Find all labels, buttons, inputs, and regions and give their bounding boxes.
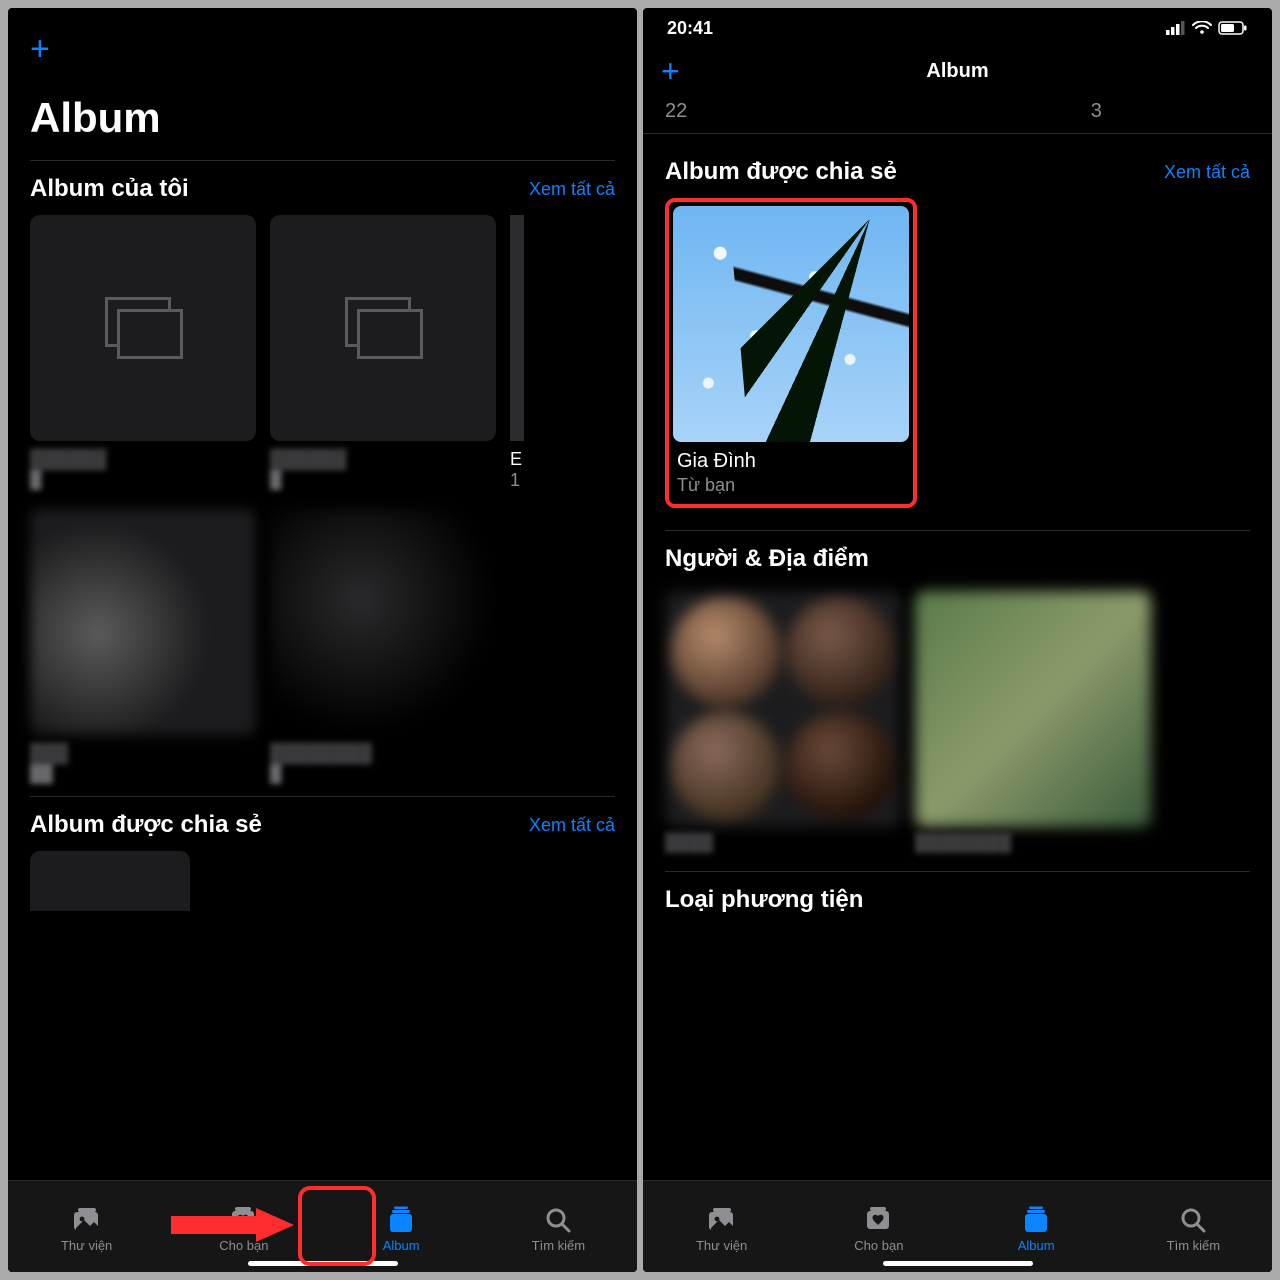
tab-search[interactable]: Tìm kiếm [1115,1181,1272,1272]
home-indicator[interactable] [883,1261,1033,1266]
add-button[interactable]: + [30,32,615,66]
count-label: 3 [953,100,1241,123]
count-label [1240,100,1250,123]
search-icon [1178,1206,1208,1234]
status-bar: 20:41 [643,8,1272,48]
section-title: Album được chia sẻ [30,811,262,839]
stacked-photos-icon [105,297,181,359]
add-button[interactable]: + [661,55,680,87]
stacked-photos-icon [345,297,421,359]
section-shared-head: Album được chia sẻ Xem tất cả [643,144,1272,198]
library-icon [707,1206,737,1234]
section-my-albums-head: Album của tôi Xem tất cả [8,161,637,215]
albums-icon [386,1206,416,1234]
tab-label: Thư viện [61,1238,112,1253]
people-tile[interactable] [665,591,901,827]
tab-for-you[interactable]: Cho bạn [165,1181,322,1272]
phone-right: 20:41 + Album 22 3 Album được chia sẻ Xe… [643,8,1272,1272]
tab-library[interactable]: Thư viện [8,1181,165,1272]
album-row-2 [8,491,637,735]
library-icon [72,1206,102,1234]
album-row [8,215,637,441]
tab-label: Album [1018,1238,1055,1253]
phone-left: + Album Album của tôi Xem tất cả ███████… [8,8,637,1272]
nav-bar: + Album [643,48,1272,94]
people-places-row [643,585,1272,827]
shared-album-name: Gia Đình [673,442,909,473]
tab-label: Cho bạn [854,1238,903,1253]
album-caption: █████████ [270,743,496,784]
tab-albums[interactable]: Album [958,1181,1115,1272]
for-you-icon [229,1206,259,1234]
for-you-icon [864,1206,894,1234]
tab-label: Tìm kiếm [532,1238,585,1253]
see-all-link[interactable]: Xem tất cả [1164,162,1250,183]
tab-for-you[interactable]: Cho bạn [800,1181,957,1272]
search-icon [543,1206,573,1234]
section-title: Loại phương tiện [665,886,863,914]
wifi-icon [1192,21,1212,35]
shared-album-peek[interactable] [30,851,190,911]
section-title: Người & Địa điểm [665,545,869,573]
content-scroll[interactable]: 22 3 Album được chia sẻ Xem tất cả Gia Đ… [643,94,1272,1180]
home-indicator[interactable] [248,1261,398,1266]
battery-icon [1218,21,1248,35]
status-time: 20:41 [667,18,713,39]
status-right [1166,21,1248,35]
places-tile[interactable] [915,591,1151,827]
album-tile[interactable] [30,509,256,735]
album-caption: ███████ [30,449,256,491]
tab-label: Thư viện [696,1238,747,1253]
tab-label: Tìm kiếm [1167,1238,1220,1253]
nav-title: Album [926,60,988,83]
tab-bar: Thư viện Cho bạn Album Tìm kiếm [8,1180,637,1272]
tab-library[interactable]: Thư viện [643,1181,800,1272]
album-tile[interactable] [270,509,496,735]
album-caption: █████ [30,743,256,784]
tab-label: Cho bạn [219,1238,268,1253]
see-all-link[interactable]: Xem tất cả [529,815,615,836]
see-all-link[interactable]: Xem tất cả [529,179,615,200]
album-peek-caption: E 1 [510,449,522,491]
page-title: Album [30,94,615,142]
section-title: Album của tôi [30,175,189,203]
section-title: Album được chia sẻ [665,158,897,186]
tab-label: Album [383,1238,420,1253]
count-label: 22 [665,100,953,123]
album-captions: ███████ ███████ E 1 [8,441,637,491]
tab-bar: Thư viện Cho bạn Album Tìm kiếm [643,1180,1272,1272]
album-tile-peek[interactable] [510,215,524,441]
shared-album-from: Từ bạn [673,473,909,500]
section-people-places-head: Người & Địa điểm [643,531,1272,585]
shared-album-thumbnail [673,206,909,442]
album-tile[interactable] [30,215,256,441]
albums-icon [1021,1206,1051,1234]
section-shared-head: Album được chia sẻ Xem tất cả [8,797,637,851]
album-tile[interactable] [270,215,496,441]
album-count-row: 22 3 [643,94,1272,134]
album-captions: █████ █████████ [8,735,637,784]
cellular-icon [1166,21,1186,35]
album-caption: ███████ [270,449,496,491]
tab-search[interactable]: Tìm kiếm [480,1181,637,1272]
tab-albums[interactable]: Album [323,1181,480,1272]
shared-album-highlighted[interactable]: Gia Đình Từ bạn [665,198,917,508]
content-scroll[interactable]: Album của tôi Xem tất cả ███████ ███████… [8,148,637,1180]
section-media-types-head: Loại phương tiện [643,872,1272,914]
large-title-header: + Album [8,8,637,148]
